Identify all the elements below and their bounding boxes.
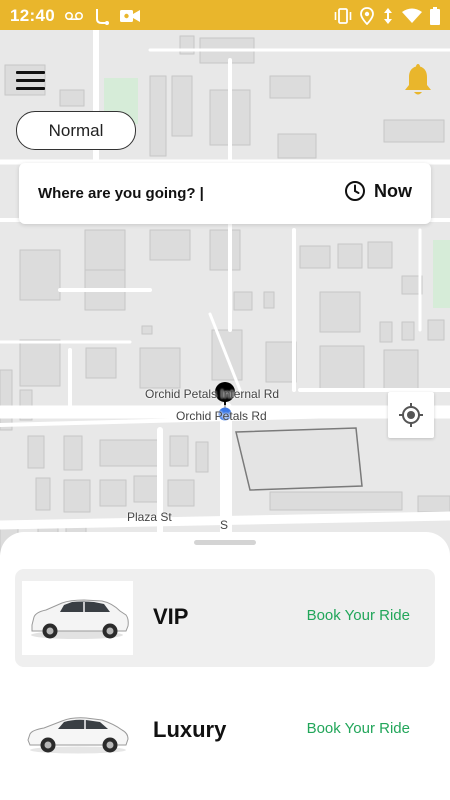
street-label: Plaza St — [127, 510, 172, 524]
destination-input[interactable] — [38, 183, 288, 203]
car-image — [22, 581, 133, 655]
clock-icon — [345, 181, 365, 201]
map-view[interactable]: Orchid Petals Internal Rd Orchid Petals … — [0, 30, 450, 560]
hamburger-menu-icon[interactable] — [16, 68, 46, 92]
status-bar: 12:40 — [0, 0, 450, 30]
ride-name: Luxury — [153, 717, 227, 742]
bell-icon[interactable] — [402, 62, 434, 98]
street-label: Orchid Petals Internal Rd — [145, 387, 280, 401]
ride-option-luxury[interactable]: Luxury Book Your Ride — [15, 682, 435, 780]
book-ride-link[interactable]: Book Your Ride — [307, 607, 410, 624]
vibrate-icon — [334, 8, 352, 24]
status-time: 12:40 — [10, 6, 55, 25]
location-pin-icon — [360, 7, 374, 25]
map-graphic — [0, 30, 450, 560]
battery-icon — [430, 7, 440, 25]
schedule-now-button[interactable]: Now — [344, 180, 412, 202]
video-camera-icon — [120, 10, 140, 22]
schedule-now-label: Now — [374, 180, 412, 201]
data-arrows-icon — [384, 8, 392, 24]
crosshair-icon — [399, 403, 423, 427]
sheet-drag-handle[interactable] — [194, 540, 256, 545]
street-label: Orchid Petals Rd — [176, 409, 267, 423]
route-icon — [96, 9, 109, 25]
destination-search-card: Now — [19, 163, 431, 224]
ride-mode-toggle[interactable]: Normal — [16, 111, 136, 150]
book-ride-link[interactable]: Book Your Ride — [307, 720, 410, 737]
ride-name: VIP — [153, 604, 189, 629]
street-label: S — [220, 518, 229, 532]
my-location-button[interactable] — [388, 392, 434, 438]
car-image — [22, 694, 133, 768]
ride-option-vip[interactable]: VIP Book Your Ride — [15, 569, 435, 667]
wifi-icon — [402, 8, 422, 23]
voicemail-icon — [64, 11, 84, 21]
